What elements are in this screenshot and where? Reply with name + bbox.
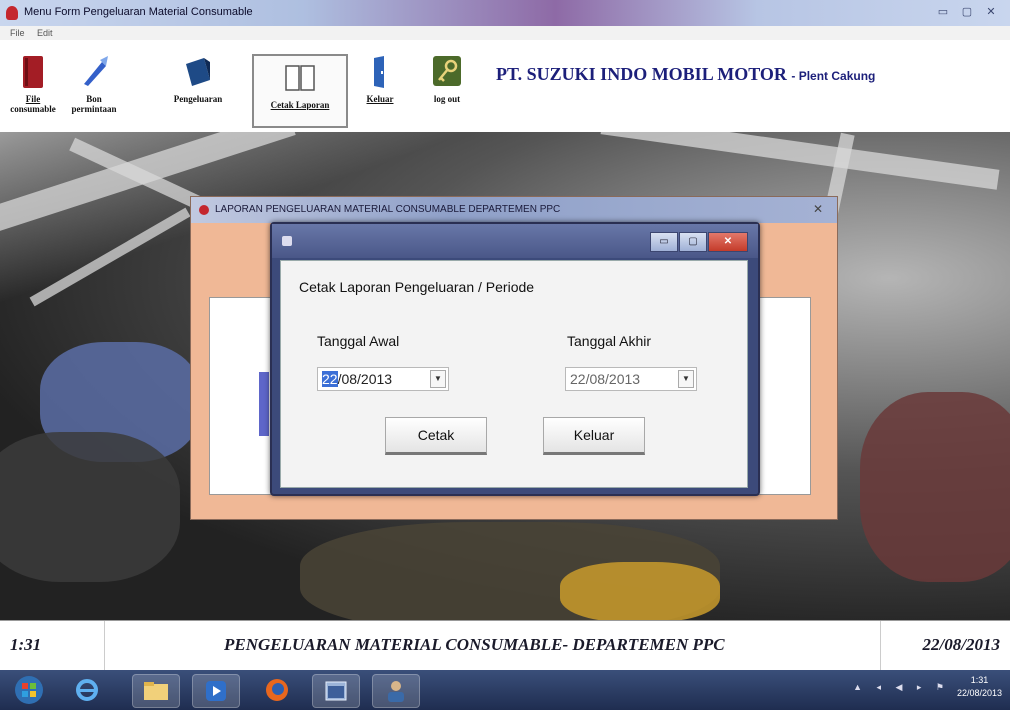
status-divider [104, 621, 105, 671]
report-window-title-bar[interactable]: LAPORAN PENGELUARAN MATERIAL CONSUMABLE … [191, 197, 837, 223]
clock-time: 1:31 [970, 675, 989, 685]
windows-orb-icon [15, 676, 43, 704]
menu-bar: File Edit [0, 26, 1010, 40]
button-label: log out [433, 94, 461, 104]
taskbar: ▲ ◂ ◀ ▸ ⚑ 1:31 22/08/2013 [0, 670, 1010, 710]
photo-machine [860, 392, 1010, 582]
quill-pen-icon [84, 56, 108, 86]
status-bar: 1:31 PENGELUARAN MATERIAL CONSUMABLE- DE… [0, 620, 1010, 672]
media-player-icon [206, 681, 226, 701]
chevron-down-icon[interactable]: ▼ [430, 370, 446, 388]
app-icon [6, 6, 18, 20]
dialog-heading: Cetak Laporan Pengeluaran / Periode [299, 279, 535, 295]
folder-icon [144, 682, 168, 700]
status-date: 22/08/2013 [922, 635, 1000, 654]
blue-door-icon [374, 56, 384, 88]
start-date-rest: /08/2013 [337, 371, 393, 387]
system-tray[interactable]: ▲ ◂ ◀ ▸ ⚑ [853, 682, 950, 693]
maximize-icon[interactable]: ▢ [958, 4, 976, 20]
taskbar-active-app[interactable] [372, 674, 420, 708]
cetak-laporan-button[interactable]: Cetak Laporan [252, 54, 348, 128]
button-label: Bon [86, 94, 102, 104]
app-window-icon [325, 681, 347, 701]
file-consumable-button[interactable]: File consumable [4, 50, 62, 126]
close-icon[interactable]: ✕ [708, 232, 748, 252]
end-date-value: 22/08/2013 [570, 371, 641, 387]
company-title: PT. SUZUKI INDO MOBIL MOTOR [496, 64, 787, 84]
taskbar-app-window[interactable] [312, 674, 360, 708]
button-label: Pengeluaran [173, 94, 223, 104]
menu-file[interactable]: File [10, 28, 25, 38]
taskbar-explorer[interactable] [132, 674, 180, 708]
photo-machine [560, 562, 720, 620]
photo-machine [0, 432, 180, 582]
status-divider [880, 621, 881, 671]
pengeluaran-button[interactable]: Pengeluaran [158, 50, 238, 126]
close-icon[interactable]: ✕ [813, 202, 823, 216]
red-book-icon [23, 56, 43, 88]
start-button[interactable] [6, 674, 52, 706]
internet-explorer-icon [76, 679, 98, 701]
report-side-bar [259, 372, 269, 436]
taskbar-clock[interactable]: 1:31 22/08/2013 [957, 674, 1002, 700]
main-title-bar[interactable]: Menu Form Pengeluaran Material Consumabl… [0, 0, 1010, 26]
button-label: consumable [10, 104, 56, 114]
status-time: 1:31 [10, 635, 42, 654]
dialog-icon [282, 236, 292, 246]
photo-beam [29, 207, 191, 307]
dialog-body: Cetak Laporan Pengeluaran / Periode Tang… [280, 260, 748, 488]
bon-permintaan-button[interactable]: Bon permintaan [64, 50, 124, 126]
start-date-picker[interactable]: 22/08/2013 ▼ [317, 367, 449, 391]
start-date-label: Tanggal Awal [317, 333, 400, 349]
plant-name: - Plent Cakung [791, 69, 876, 83]
end-date-label: Tanggal Akhir [567, 333, 652, 349]
menu-edit[interactable]: Edit [37, 28, 53, 38]
exit-button[interactable]: Keluar [543, 417, 645, 455]
key-icon [433, 56, 461, 86]
chevron-down-icon[interactable]: ▼ [678, 370, 694, 388]
user-app-icon [388, 681, 404, 702]
button-label: File [25, 94, 41, 104]
report-window-title: LAPORAN PENGELUARAN MATERIAL CONSUMABLE … [215, 204, 561, 215]
firefox-icon [266, 679, 288, 701]
maximize-icon[interactable]: ▢ [679, 232, 707, 252]
blue-box-icon [186, 58, 210, 86]
taskbar-media-player[interactable] [192, 674, 240, 708]
minimize-icon[interactable]: ▭ [934, 4, 952, 20]
print-button[interactable]: Cetak [385, 417, 487, 455]
open-book-icon [285, 65, 315, 91]
company-name: PT. SUZUKI INDO MOBIL MOTOR - Plent Caku… [496, 64, 875, 85]
end-date-picker[interactable]: 22/08/2013 ▼ [565, 367, 697, 391]
close-icon[interactable]: ✕ [982, 4, 1000, 20]
print-period-dialog: ▭ ▢ ✕ Cetak Laporan Pengeluaran / Period… [270, 222, 760, 496]
start-date-value: 22/08/2013 [322, 371, 392, 387]
dialog-title-bar[interactable]: ▭ ▢ ✕ [272, 224, 758, 258]
toolbar: File consumable Bon permintaan Pengeluaran… [0, 40, 1010, 133]
button-label: permintaan [71, 104, 117, 114]
window-icon [199, 205, 209, 215]
photo-beam [600, 132, 1000, 190]
log-out-button[interactable]: log out [418, 50, 476, 126]
button-label: Cetak Laporan [270, 100, 330, 110]
taskbar-firefox[interactable] [254, 674, 300, 706]
minimize-icon[interactable]: ▭ [650, 232, 678, 252]
button-label: Keluar [366, 94, 394, 104]
keluar-button[interactable]: Keluar [350, 50, 410, 126]
window-title: Menu Form Pengeluaran Material Consumabl… [24, 6, 253, 18]
start-date-selected-part: 22 [322, 371, 338, 387]
taskbar-internet-explorer[interactable] [64, 674, 110, 706]
status-caption: PENGELUARAN MATERIAL CONSUMABLE- DEPARTE… [224, 635, 725, 654]
clock-date: 22/08/2013 [956, 688, 1002, 698]
